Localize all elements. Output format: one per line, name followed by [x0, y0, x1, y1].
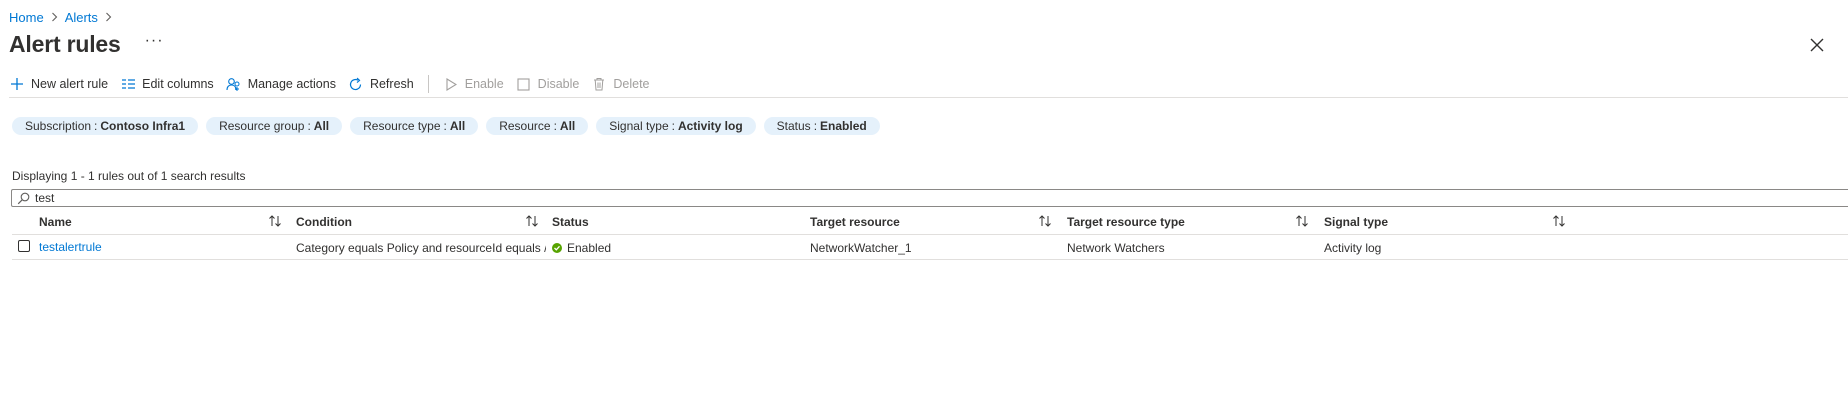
enable-button[interactable]: Enable [443, 76, 504, 92]
close-icon[interactable] [1808, 36, 1826, 54]
disable-button[interactable]: Disable [516, 76, 580, 92]
new-alert-rule-label: New alert rule [31, 77, 109, 91]
sort-icon[interactable] [268, 214, 282, 228]
refresh-icon [348, 76, 364, 92]
refresh-button[interactable]: Refresh [348, 76, 414, 92]
sort-icon[interactable] [525, 214, 539, 228]
search-box [11, 189, 1848, 207]
search-input[interactable] [35, 191, 1848, 205]
filter-resource-type[interactable]: Resource type: All [350, 117, 479, 135]
table-header: Name Condition Status Target resource Ta… [12, 211, 1848, 235]
cell-condition: Category equals Policy and resourceId eq… [296, 240, 546, 255]
cell-signal-type: Activity log [1324, 240, 1382, 255]
column-header-status[interactable]: Status [552, 214, 589, 230]
column-header-target-resource[interactable]: Target resource [810, 214, 900, 230]
command-bar: New alert rule Edit columns Manage actio… [9, 74, 662, 94]
square-icon [516, 76, 532, 92]
toolbar-separator [9, 97, 1848, 98]
row-checkbox[interactable] [18, 240, 30, 252]
filter-value: All [313, 119, 330, 133]
filter-resource[interactable]: Resource: All [486, 117, 589, 135]
filter-value: Contoso Infra1 [100, 119, 186, 133]
filter-status[interactable]: Status: Enabled [763, 117, 880, 135]
filter-key: Status [776, 119, 811, 133]
column-header-target-resource-type[interactable]: Target resource type [1067, 214, 1185, 230]
page-title: Alert rules [9, 30, 121, 57]
edit-columns-label: Edit columns [142, 77, 214, 91]
filter-key: Signal type [609, 119, 669, 133]
delete-label: Delete [613, 77, 650, 91]
filter-resource-group[interactable]: Resource group: All [206, 117, 343, 135]
check-circle-icon [552, 242, 562, 253]
alert-rules-page: Home Alerts Alert rules ··· New alert ru… [0, 0, 1848, 403]
rule-name-link[interactable]: testalertrule [39, 239, 102, 254]
cell-target-resource-type: Network Watchers [1067, 240, 1165, 255]
chevron-right-icon [105, 12, 112, 22]
new-alert-rule-button[interactable]: New alert rule [9, 76, 108, 92]
toolbar-divider [427, 75, 429, 93]
column-header-name[interactable]: Name [39, 214, 72, 230]
columns-icon [120, 76, 136, 92]
title-row: Alert rules ··· [9, 30, 164, 58]
results-summary: Displaying 1 - 1 rules out of 1 search r… [12, 169, 246, 183]
people-icon [226, 76, 242, 92]
manage-actions-label: Manage actions [247, 77, 336, 91]
status-text: Enabled [567, 240, 612, 255]
filter-value: All [449, 119, 466, 133]
plus-icon [9, 76, 25, 92]
filter-key: Resource type [363, 119, 441, 133]
enable-label: Enable [464, 77, 504, 91]
filter-pills: Subscription: Contoso Infra1 Resource gro… [12, 117, 888, 135]
cell-status: Enabled [552, 240, 611, 255]
cell-target-resource: NetworkWatcher_1 [810, 240, 912, 255]
filter-key: Resource [499, 119, 551, 133]
column-header-signal-type[interactable]: Signal type [1324, 214, 1388, 230]
sort-icon[interactable] [1552, 214, 1566, 228]
breadcrumb-home[interactable]: Home [9, 10, 44, 25]
filter-value: All [559, 119, 576, 133]
filter-value: Activity log [677, 119, 743, 133]
filter-subscription[interactable]: Subscription: Contoso Infra1 [12, 117, 199, 135]
sort-icon[interactable] [1038, 214, 1052, 228]
chevron-right-icon [51, 12, 58, 22]
disable-label: Disable [537, 77, 580, 91]
search-icon [17, 191, 31, 205]
refresh-label: Refresh [369, 77, 414, 91]
more-options-button[interactable]: ··· [145, 33, 164, 54]
breadcrumb: Home Alerts [9, 8, 119, 26]
play-icon [443, 76, 459, 92]
manage-actions-button[interactable]: Manage actions [226, 76, 336, 92]
filter-signal-type[interactable]: Signal type: Activity log [596, 117, 756, 135]
alert-rules-table: Name Condition Status Target resource Ta… [12, 211, 1848, 260]
sort-icon[interactable] [1295, 214, 1309, 228]
filter-key: Subscription [25, 119, 92, 133]
edit-columns-button[interactable]: Edit columns [120, 76, 214, 92]
trash-icon [591, 76, 607, 92]
table-row[interactable]: testalertrule Category equals Policy and… [12, 235, 1848, 260]
breadcrumb-alerts[interactable]: Alerts [65, 10, 98, 25]
filter-value: Enabled [820, 119, 867, 133]
column-header-condition[interactable]: Condition [296, 214, 352, 230]
filter-key: Resource group [219, 119, 305, 133]
delete-button[interactable]: Delete [591, 76, 650, 92]
